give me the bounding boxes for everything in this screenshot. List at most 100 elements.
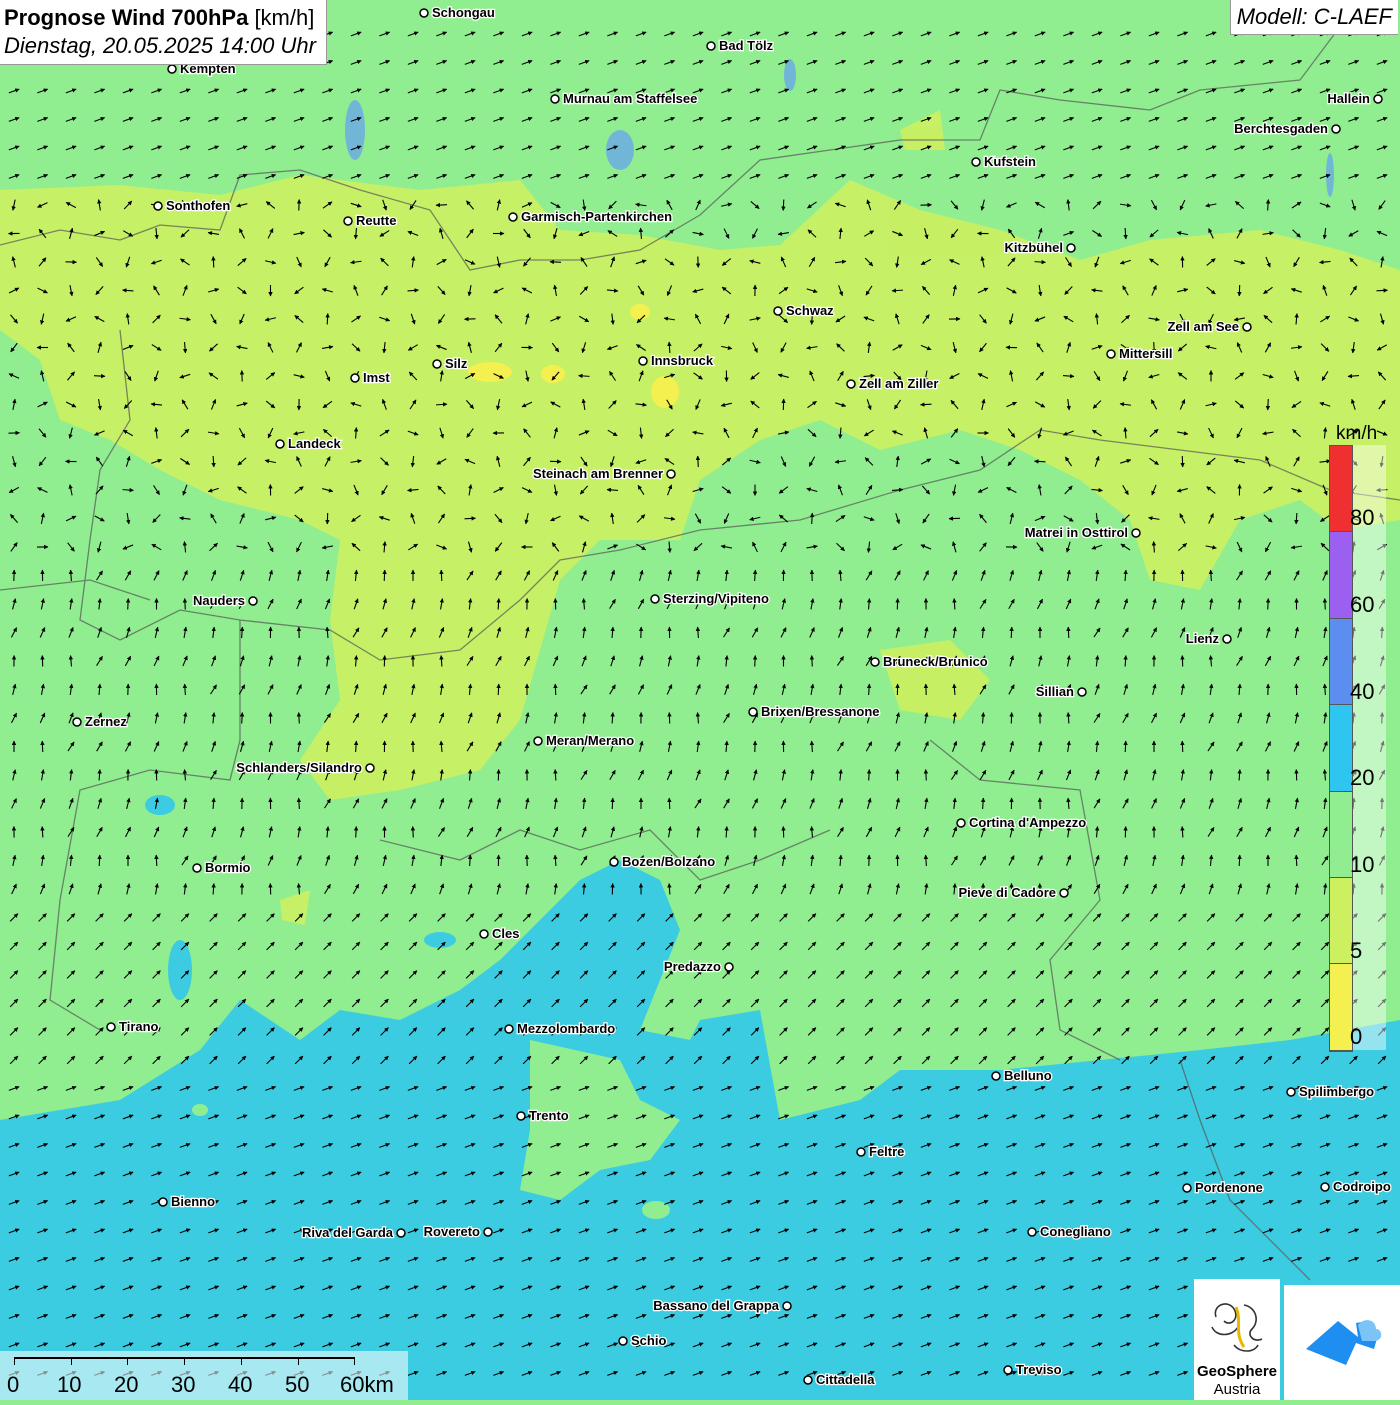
- wind-arrow: [921, 404, 932, 405]
- place-label: Brixen/Bressanone: [761, 704, 880, 719]
- wind-arrow: [1325, 684, 1326, 695]
- place-dot: [433, 360, 441, 368]
- place-marker: Spilimbergo: [1287, 1084, 1374, 1099]
- place-label: Zell am Ziller: [859, 376, 938, 391]
- wind-arrow: [1068, 713, 1069, 724]
- wind-arrow: [470, 855, 471, 866]
- place-label: Bormio: [205, 860, 251, 875]
- place-dot: [397, 1229, 405, 1237]
- legend-swatch: [1330, 878, 1352, 964]
- place-label: Landeck: [288, 436, 342, 451]
- title-box: Prognose Wind 700hPa [km/h] Dienstag, 20…: [0, 0, 327, 65]
- wind-arrow: [99, 855, 100, 866]
- place-marker: Bassano del Grappa: [653, 1298, 791, 1313]
- place-dot: [972, 158, 980, 166]
- scale-tick: [14, 1357, 15, 1365]
- place-label: Sillian: [1036, 684, 1074, 699]
- wind-arrow: [1125, 228, 1126, 239]
- place-dot: [804, 1376, 812, 1384]
- scale-tick-label: 20: [114, 1372, 138, 1398]
- place-label: Zell am See: [1167, 319, 1239, 334]
- place-dot: [725, 963, 733, 971]
- place-label: Berchtesgaden: [1234, 121, 1328, 136]
- place-marker: Steinach am Brenner: [533, 466, 675, 481]
- wind-arrow: [42, 827, 43, 838]
- wind-arrow: [384, 570, 385, 581]
- wind-arrow: [1125, 656, 1126, 667]
- wind-arrow: [356, 741, 357, 752]
- map-title: Prognose Wind 700hPa [km/h]: [4, 4, 316, 32]
- wind-arrow: [669, 342, 670, 353]
- wind-arrow: [299, 798, 300, 809]
- legend-label: 0: [1350, 1024, 1362, 1050]
- place-marker: Mezzolombardo: [505, 1021, 615, 1036]
- place-label: Bassano del Grappa: [653, 1298, 779, 1313]
- wind-arrow: [726, 827, 727, 838]
- wind-arrow: [242, 713, 243, 724]
- scale-tick-label: 50: [285, 1372, 309, 1398]
- place-dot: [651, 595, 659, 603]
- wind-arrow: [869, 770, 870, 781]
- place-label: Kitzbühel: [1005, 240, 1064, 255]
- wind-arrow: [413, 827, 414, 838]
- legend-swatch: [1330, 964, 1352, 1050]
- place-dot: [107, 1023, 115, 1031]
- wind-arrow: [698, 627, 699, 638]
- place-dot: [610, 858, 618, 866]
- place-label: Schio: [631, 1333, 666, 1348]
- wind-arrow: [555, 770, 556, 781]
- wind-arrow: [1268, 399, 1269, 410]
- place-dot: [551, 95, 559, 103]
- place-label: Conegliano: [1040, 1224, 1111, 1239]
- wind-arrow: [1268, 200, 1269, 211]
- wind-arrow: [812, 656, 813, 667]
- place-marker: Pordenone: [1183, 1180, 1263, 1195]
- place-dot: [774, 307, 782, 315]
- place-marker: Schlanders/Silandro: [236, 760, 374, 775]
- scale-tick: [241, 1357, 242, 1365]
- wind-arrow: [185, 684, 186, 695]
- place-label: Mezzolombardo: [517, 1021, 615, 1036]
- wind-arrow: [436, 205, 447, 206]
- place-label: Lienz: [1186, 631, 1220, 646]
- place-dot: [480, 930, 488, 938]
- place-marker: Sonthofen: [154, 198, 230, 213]
- scale-tick: [71, 1357, 72, 1365]
- wind-arrow: [1182, 827, 1183, 838]
- place-marker: Zell am Ziller: [847, 376, 938, 391]
- place-marker: Bozen/Bolzano: [610, 854, 715, 869]
- place-label: Pieve di Cadore: [958, 885, 1056, 900]
- legend-unit: km/h: [1336, 423, 1377, 445]
- wind-arrow: [213, 884, 214, 895]
- place-label: Sterzing/Vipiteno: [663, 591, 769, 606]
- scale-tick-label: 40: [228, 1372, 252, 1398]
- wind-arrow: [869, 684, 870, 695]
- place-dot: [1078, 688, 1086, 696]
- place-dot: [1107, 350, 1115, 358]
- place-label: Cittadella: [816, 1372, 875, 1387]
- scale-tick: [298, 1357, 299, 1365]
- place-dot: [749, 708, 757, 716]
- geosphere-logo: GeoSphere Austria: [1194, 1279, 1280, 1400]
- model-label: Modell: C-LAEF: [1230, 0, 1398, 35]
- wind-arrow: [755, 656, 756, 667]
- place-dot: [276, 440, 284, 448]
- place-label: Treviso: [1016, 1362, 1062, 1377]
- wind-arrow: [465, 518, 476, 519]
- place-dot: [1067, 244, 1075, 252]
- wind-arrow: [1325, 599, 1326, 610]
- wind-arrow: [1296, 855, 1297, 866]
- wind-arrow: [1211, 570, 1212, 581]
- scale-tick-label: 10: [57, 1372, 81, 1398]
- wind-arrow: [185, 599, 186, 610]
- place-dot: [193, 864, 201, 872]
- wind-arrow: [550, 262, 561, 263]
- place-label: Trento: [529, 1108, 569, 1123]
- scale-tick: [127, 1357, 128, 1365]
- place-label: Nauders: [193, 593, 245, 608]
- legend-swatch: [1330, 532, 1352, 618]
- wind-arrow: [42, 741, 43, 752]
- scale-tick: [184, 1357, 185, 1365]
- wind-arrow: [94, 376, 105, 377]
- wind-arrow: [1035, 262, 1046, 263]
